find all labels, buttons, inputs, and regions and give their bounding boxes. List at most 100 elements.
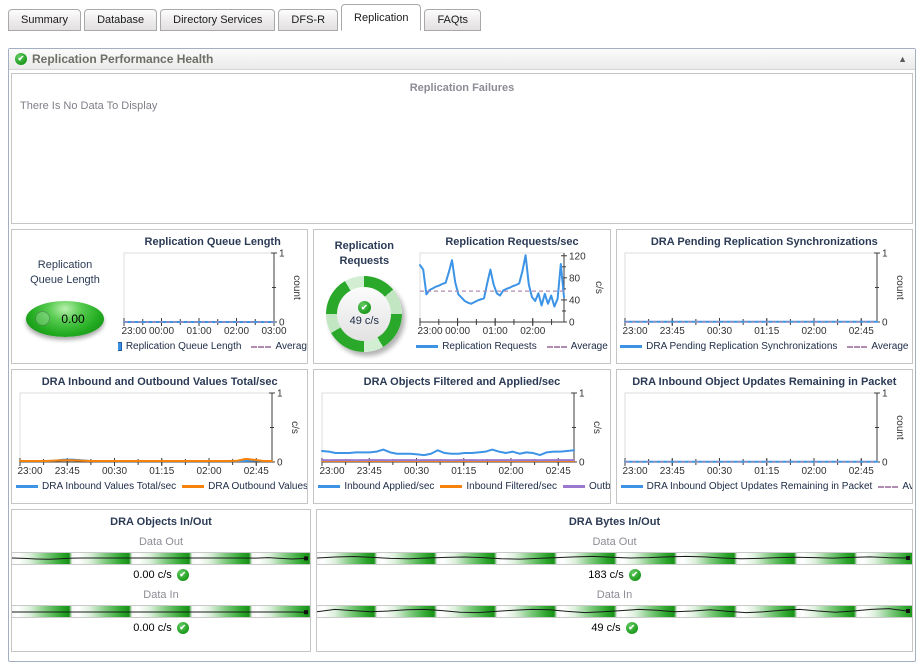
frame-content: Replication Failures There Is No Data To… [9,70,915,655]
status-check-icon: ✔ [625,622,638,634]
panel-dra-objects-inout: DRA Objects In/Out Data Out 0.00 c/s ✔ D… [11,509,311,652]
legend-item: DRA Inbound Values Total/sec [16,481,176,492]
legend-item: Inbound Filtered/sec [440,481,557,492]
status-check-icon: ✔ [628,569,641,581]
svg-text:03:00: 03:00 [261,326,286,337]
svg-text:23:45: 23:45 [55,466,80,477]
svg-text:01:15: 01:15 [754,466,779,477]
row-1: Replication Queue Length 0.00 Replicatio… [11,229,913,364]
svg-text:1: 1 [279,249,285,260]
legend-item: Average [878,481,912,492]
svg-text:23:00: 23:00 [320,466,345,477]
flow-value-text: 183 c/s [588,569,624,581]
flow-value: 183 c/s ✔ [317,569,912,581]
svg-text:02:45: 02:45 [244,466,269,477]
legend-swatch-line [563,485,586,488]
svg-text:c/s: c/s [289,421,300,434]
queue-gauge: Replication Queue Length 0.00 [12,230,118,363]
gauge-check-icon: ✔ [357,301,371,314]
legend-swatch-square [118,342,122,351]
svg-text:count: count [291,275,302,300]
tab-database[interactable]: Database [84,9,158,31]
legend-item: DRA Inbound Object Updates Remaining in … [620,481,872,492]
legend-label: Average [275,341,307,352]
svg-text:00:30: 00:30 [404,466,429,477]
svg-text:23:00: 23:00 [17,466,42,477]
svg-text:0: 0 [277,458,283,469]
flow-value-text: 49 c/s [591,622,621,634]
flow-label: Data In [143,589,179,601]
collapse-icon[interactable]: ▲ [898,54,907,64]
objects-in-flow-bar [12,605,310,618]
filtered-applied-chart: 0 1 c/s 23:00 23:45 00:30 01:15 02:00 02:45 [316,388,607,478]
flow-label: Data Out [592,536,637,548]
gauge-highlight-dot [35,311,50,326]
panel-dra-filtered-applied: DRA Objects Filtered and Applied/sec 0 1 c… [313,369,611,504]
legend-swatch-line [182,485,205,488]
panel-replication-requests: Replication Requests ✔ 49 c/s Replicatio… [313,229,611,364]
pending-chart: 0 1 count 23:00 23:45 00:30 01:15 02:00 02:45 [619,248,910,338]
svg-text:01:15: 01:15 [149,466,174,477]
no-data-text: There Is No Data To Display [20,100,158,112]
legend-label: Inbound Filtered/sec [466,481,558,492]
frame-title: Replication Performance Health [32,52,214,66]
panel-title: DRA Inbound and Outbound Values Total/se… [41,376,278,388]
legend-swatch-line [16,485,38,488]
requests-donut-gauge: ✔ 49 c/s [326,276,403,352]
panel-title: DRA Bytes In/Out [568,516,661,528]
inout-values-legend: DRA Inbound Values Total/sec DRA Outbound… [12,478,307,495]
svg-text:02:45: 02:45 [546,466,571,477]
legend-swatch-line [416,345,439,348]
legend-swatch-line [318,485,341,488]
flow-label: Data In [596,589,633,601]
svg-text:count: count [894,415,905,440]
panel-dra-pending-sync: DRA Pending Replication Synchronizations… [615,229,913,364]
svg-text:02:00: 02:00 [224,326,249,337]
tab-directory-services[interactable]: Directory Services [160,9,276,31]
panel-replication-queue-length: Replication Queue Length 0.00 Replicatio… [11,229,309,364]
flow-value-text: 0.00 c/s [133,622,172,634]
queue-oval-gauge: 0.00 [26,301,104,337]
queue-chart: 0 1 count 23:00 00:00 01:00 02:00 03:00 [118,248,307,338]
legend-item: Outbound F [563,481,610,492]
panel-title: DRA Objects In/Out [110,516,212,528]
flow-label: Data Out [138,536,184,548]
row-3: DRA Objects In/Out Data Out 0.00 c/s ✔ D… [11,509,913,652]
svg-text:1: 1 [882,389,888,400]
legend-item: Inbound Applied/sec [318,481,434,492]
legend-label: Replication Requests [442,341,537,352]
queue-legend: Replication Queue Length Average [118,338,307,355]
requests-chart: 0 40 80 120 c/s 23:00 00:00 01:00 02:00 [414,248,609,338]
svg-text:0: 0 [569,318,575,329]
panel-title: Replication Requests/sec [445,236,579,248]
svg-text:23:45: 23:45 [357,466,382,477]
bytes-in-flow-bar [317,605,912,618]
tab-replication[interactable]: Replication [341,4,422,31]
svg-text:23:45: 23:45 [659,466,684,477]
status-check-icon: ✔ [15,53,27,65]
svg-text:0: 0 [579,458,585,469]
gauge-value: 49 c/s [349,315,379,327]
svg-text:00:00: 00:00 [149,326,174,337]
svg-text:80: 80 [569,273,581,284]
svg-text:1: 1 [277,389,283,400]
svg-text:00:00: 00:00 [445,326,470,337]
flow-value: 0.00 c/s ✔ [12,622,310,634]
panel-replication-failures: Replication Failures There Is No Data To… [11,73,913,224]
svg-text:23:00: 23:00 [418,326,443,337]
tab-dfs-r[interactable]: DFS-R [278,9,339,31]
legend-label: DRA Outbound Values Tota [208,481,308,492]
svg-text:23:00: 23:00 [622,466,647,477]
requests-gauge: Replication Requests ✔ 49 c/s [314,230,414,363]
svg-text:00:30: 00:30 [707,326,732,337]
legend-item: Average [847,341,908,352]
svg-text:c/s: c/s [593,281,604,294]
legend-swatch-line [620,345,643,348]
tab-summary[interactable]: Summary [8,9,82,31]
tab-bar: Summary Database Directory Services DFS-… [0,0,920,31]
gauge-value: 0.00 [61,312,85,326]
requests-legend: Replication Requests Average [414,338,609,355]
svg-text:23:00: 23:00 [622,326,647,337]
svg-text:02:00: 02:00 [196,466,221,477]
tab-faqts[interactable]: FAQts [424,9,481,31]
